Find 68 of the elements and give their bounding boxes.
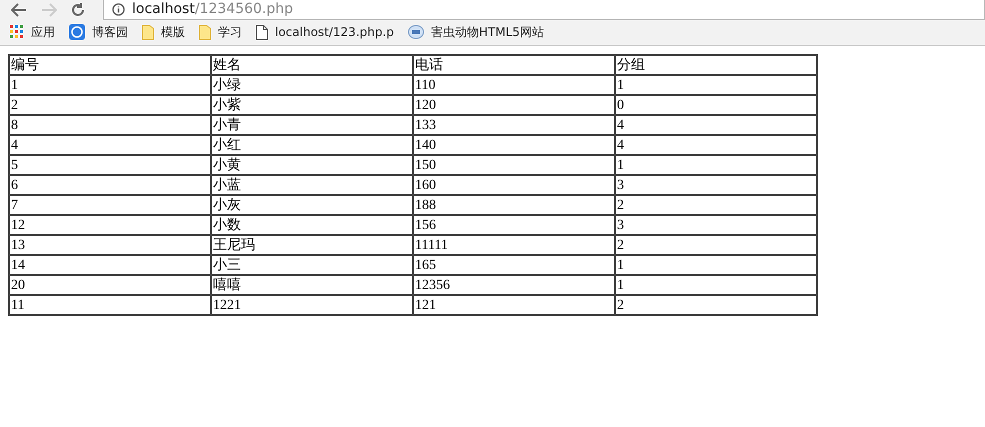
table-cell: 156 xyxy=(413,215,615,235)
table-cell: 5 xyxy=(9,155,211,175)
table-cell: 2 xyxy=(9,95,211,115)
table-cell: 13 xyxy=(9,235,211,255)
table-cell: 1 xyxy=(615,275,817,295)
table-cell: 11 xyxy=(9,295,211,315)
table-cell: 小蓝 xyxy=(211,175,413,195)
bookmark-item[interactable]: 模版 xyxy=(142,24,185,40)
table-cell: 110 xyxy=(413,75,615,95)
table-cell: 4 xyxy=(615,135,817,155)
table-cell: 1 xyxy=(9,75,211,95)
table-cell: 小紫 xyxy=(211,95,413,115)
table-cell: 小灰 xyxy=(211,195,413,215)
table-cell: 王尼玛 xyxy=(211,235,413,255)
folder-icon xyxy=(199,24,211,40)
table-cell: 8 xyxy=(9,115,211,135)
table-cell: 1 xyxy=(615,75,817,95)
apps-grid-icon xyxy=(10,25,24,39)
table-cell: 160 xyxy=(413,175,615,195)
bookmark-item[interactable]: 学习 xyxy=(199,24,242,40)
column-header: 电话 xyxy=(413,55,615,75)
table-cell: 12 xyxy=(9,215,211,235)
bookmark-item[interactable]: localhost/123.php.p xyxy=(256,24,394,40)
table-cell: 小黄 xyxy=(211,155,413,175)
table-cell: 3 xyxy=(615,175,817,195)
column-header: 分组 xyxy=(615,55,817,75)
table-cell: 188 xyxy=(413,195,615,215)
info-icon xyxy=(112,2,125,16)
table-cell: 7 xyxy=(9,195,211,215)
table-cell: 120 xyxy=(413,95,615,115)
reload-icon[interactable] xyxy=(71,2,85,16)
table-cell: 0 xyxy=(615,95,817,115)
table-cell: 小绿 xyxy=(211,75,413,95)
globe-icon xyxy=(408,25,424,39)
address-field[interactable]: localhost/1234560.php xyxy=(103,0,985,20)
column-header: 编号 xyxy=(9,55,211,75)
bookmark-item[interactable]: 害虫动物HTML5网站 xyxy=(408,24,544,40)
table-cell: 1 xyxy=(615,155,817,175)
table-cell: 4 xyxy=(615,115,817,135)
table-cell: 3 xyxy=(615,215,817,235)
table-cell: 121 xyxy=(413,295,615,315)
table-cell: 165 xyxy=(413,255,615,275)
site-logo-icon xyxy=(69,24,85,40)
table-cell: 11111 xyxy=(413,235,615,255)
table-cell: 嘻嘻 xyxy=(211,275,413,295)
bookmark-item[interactable]: 博客园 xyxy=(69,24,128,40)
table-cell: 150 xyxy=(413,155,615,175)
table-cell: 140 xyxy=(413,135,615,155)
table-cell: 6 xyxy=(9,175,211,195)
table-cell: 2 xyxy=(615,235,817,255)
column-header: 姓名 xyxy=(211,55,413,75)
back-icon[interactable] xyxy=(11,2,27,16)
table-cell: 14 xyxy=(9,255,211,275)
table-cell: 12356 xyxy=(413,275,615,295)
page-icon xyxy=(256,24,268,40)
table-cell: 小数 xyxy=(211,215,413,235)
table-cell: 1221 xyxy=(211,295,413,315)
table-cell: 133 xyxy=(413,115,615,135)
table-cell: 2 xyxy=(615,195,817,215)
table-cell: 小三 xyxy=(211,255,413,275)
table-cell: 1 xyxy=(615,255,817,275)
table-cell: 4 xyxy=(9,135,211,155)
table-cell: 2 xyxy=(615,295,817,315)
table-cell: 20 xyxy=(9,275,211,295)
table-cell: 小红 xyxy=(211,135,413,155)
bookmark-item[interactable]: 应用 xyxy=(10,24,55,40)
table-cell: 小青 xyxy=(211,115,413,135)
folder-icon xyxy=(142,24,154,40)
